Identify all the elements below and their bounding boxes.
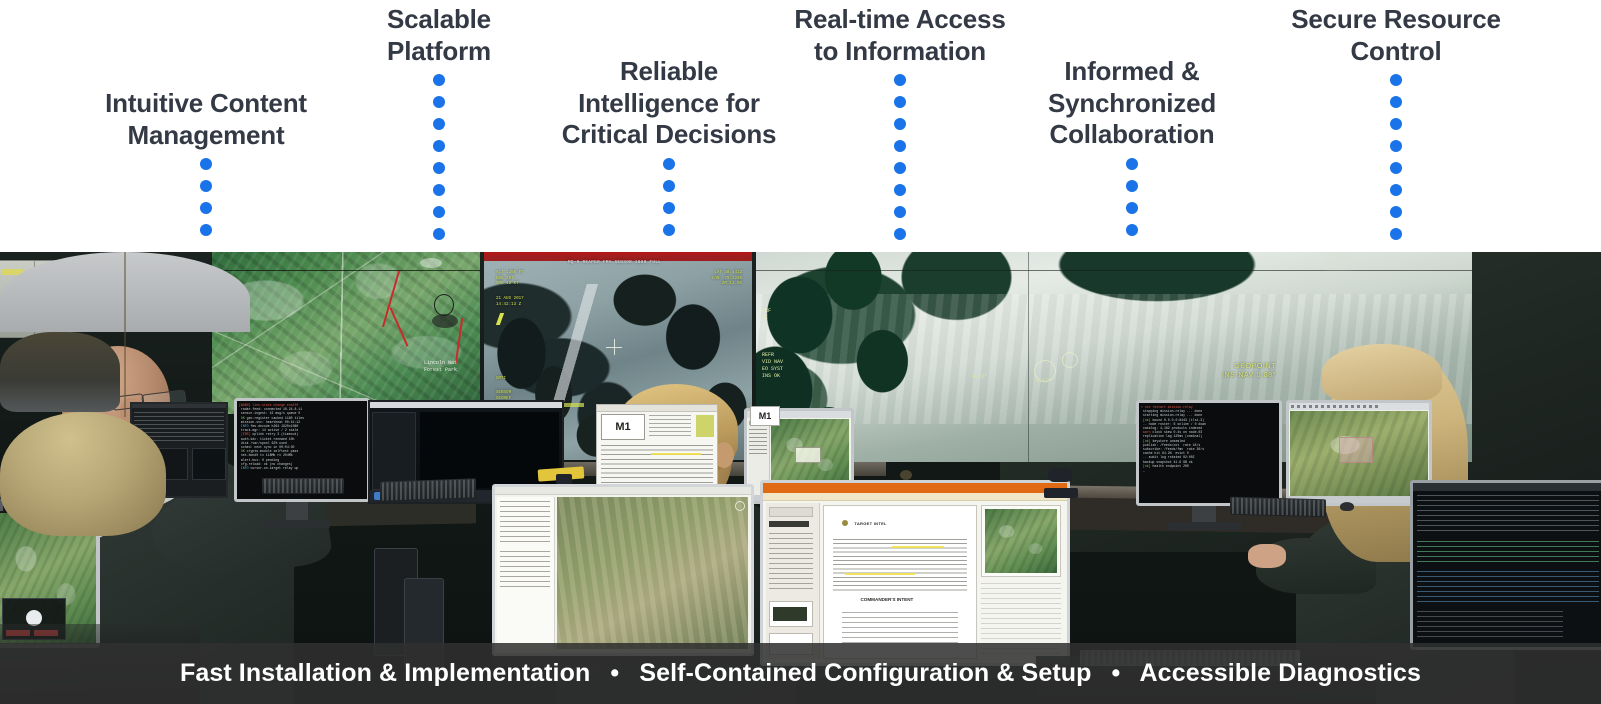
- callout-intuitive-content-management: Intuitive Content Management: [86, 88, 326, 236]
- callout-dot: [433, 140, 445, 152]
- callout-dot: [433, 118, 445, 130]
- callout-dot: [433, 228, 445, 240]
- ir-osd-left: ALT 1250 FT HDG 287 SPD 42 KT: [496, 271, 524, 287]
- callout-label: Real-time Access to Information: [794, 4, 1006, 66]
- callout-reliable-intelligence: Reliable Intelligence for Critical Decis…: [549, 56, 789, 236]
- insnav-label: INS-NAV 0.08°: [1221, 372, 1276, 379]
- callout-dot: [200, 180, 212, 192]
- caption-separator-2: •: [1111, 659, 1121, 687]
- callout-label: Secure Resource Control: [1291, 4, 1501, 66]
- callout-label: Intuitive Content Management: [105, 88, 307, 150]
- callout-dots: [433, 74, 445, 240]
- geopoint-label: GEOPOINT: [1234, 363, 1276, 370]
- callout-dot: [663, 179, 675, 192]
- callout-dots: [663, 157, 675, 236]
- document-subhead: COMMANDER'S INTENT: [860, 597, 914, 603]
- callout-label: Scalable Platform: [387, 4, 491, 66]
- desk-speaker: [556, 474, 572, 484]
- callout-dot: [433, 162, 445, 174]
- callout-dot: [1126, 179, 1138, 192]
- geopoint-readout: GEOPOINT INS-NAV 0.08°: [1222, 362, 1276, 380]
- caption-item-2: Self-Contained Configuration & Setup: [639, 659, 1092, 687]
- caption-item-3: Accessible Diagnostics: [1139, 659, 1422, 687]
- m1-card: M1: [750, 406, 780, 426]
- callout-dot: [433, 184, 445, 196]
- callout-dot: [894, 96, 906, 108]
- callout-dot: [1126, 201, 1138, 214]
- callout-label: Informed & Synchronized Collaboration: [1047, 56, 1217, 149]
- callout-dot: [433, 74, 445, 86]
- callout-dot: [663, 157, 675, 170]
- caption-item-1: Fast Installation & Implementation: [179, 659, 591, 687]
- monitor-foreground-right: [1410, 480, 1601, 650]
- caption-text: Fast Installation & Implementation • Sel…: [180, 659, 1421, 688]
- callout-label: Reliable Intelligence for Critical Decis…: [561, 56, 777, 149]
- callout-dot: [1126, 223, 1138, 236]
- mouse-right: [1340, 502, 1354, 511]
- keyboard-left-front: [380, 478, 476, 502]
- m1-label: M1: [601, 414, 645, 440]
- callout-dot: [894, 228, 906, 240]
- monitor-foreground-aerial: [492, 484, 754, 656]
- callout-dot: [433, 206, 445, 218]
- callout-dots: [1390, 74, 1402, 240]
- callout-dot: [200, 158, 212, 170]
- callout-dots: [200, 158, 212, 236]
- document-title: TARGET INTEL: [854, 521, 887, 527]
- keyboard-right: [1230, 496, 1326, 518]
- callout-dot: [663, 201, 675, 214]
- callout-dot: [1390, 74, 1402, 86]
- callout-dot: [1390, 184, 1402, 196]
- caption-separator-1: •: [610, 659, 620, 687]
- monitor-foreground-document: TARGET INTEL COMMANDER'S INTENT: [760, 480, 1070, 666]
- ir-osd-right: LAT 38.4412 LON -79.2280 ZM 12.0X: [711, 271, 742, 287]
- callout-dot: [894, 118, 906, 130]
- callout-dot: [1390, 206, 1402, 218]
- operator-center-cap: [0, 252, 958, 594]
- keyboard-left: [262, 478, 344, 494]
- desk-speaker-right-2: [1044, 488, 1078, 498]
- callout-dot: [1390, 118, 1402, 130]
- callout-dot: [1390, 96, 1402, 108]
- callout-dot: [894, 162, 906, 174]
- callout-informed-synchronized: Informed & Synchronized Collaboration: [1014, 56, 1250, 236]
- callout-dot: [1390, 162, 1402, 174]
- infographic-root: Intuitive Content Management Scalable Pl…: [0, 0, 1601, 704]
- callout-dot: [433, 96, 445, 108]
- operations-center-photo: Lincoln NatForest Park Sun Valley MQ-9 R…: [0, 252, 1601, 704]
- callout-dot: [200, 202, 212, 214]
- callout-dot: [1390, 228, 1402, 240]
- callout-dot: [1126, 157, 1138, 170]
- videowall-map-screen: Lincoln NatForest Park Sun Valley: [212, 252, 480, 414]
- monitor-right-terminal: > svc restart mission-relay stopping mis…: [1136, 400, 1282, 506]
- wall-emblem: [1312, 252, 1364, 276]
- callout-header: Intuitive Content Management Scalable Pl…: [0, 0, 1601, 252]
- callout-secure-resource-control: Secure Resource Control: [1276, 4, 1516, 240]
- callout-dot: [894, 74, 906, 86]
- callout-dot: [894, 140, 906, 152]
- callout-dots: [1126, 157, 1138, 236]
- callout-scalable-platform: Scalable Platform: [355, 4, 523, 240]
- callout-dot: [663, 223, 675, 236]
- desk-speaker-right: [1048, 468, 1072, 482]
- callout-dot: [200, 224, 212, 236]
- terminal-output-right: > svc restart mission-relay stopping mis…: [1139, 403, 1279, 503]
- callout-dot: [1390, 140, 1402, 152]
- callout-dots: [894, 74, 906, 240]
- caption-bar: Fast Installation & Implementation • Sel…: [0, 643, 1601, 704]
- callout-realtime-access: Real-time Access to Information: [780, 4, 1020, 240]
- callout-dot: [894, 206, 906, 218]
- callout-dot: [894, 184, 906, 196]
